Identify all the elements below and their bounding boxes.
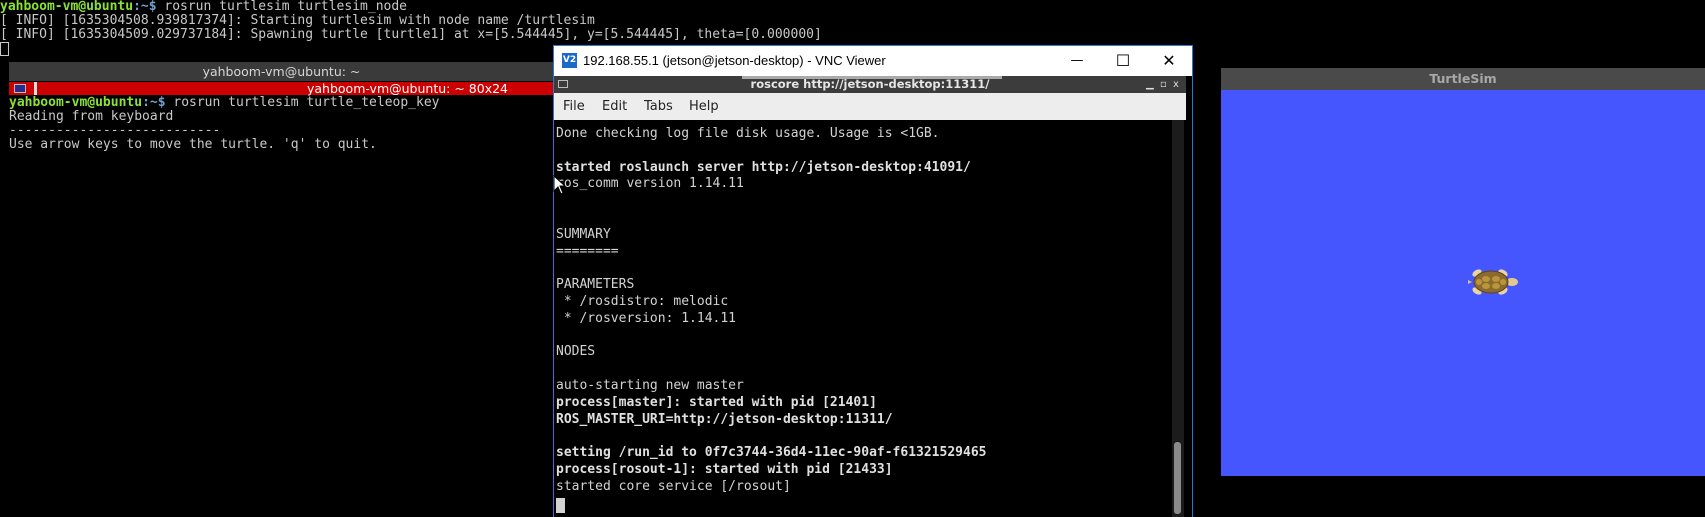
minimize-button[interactable]: — <box>1054 46 1100 76</box>
mouse-pointer-icon <box>553 175 565 195</box>
maximize-button[interactable]: ☐ <box>1100 46 1146 76</box>
terminal-line: Use arrow keys to move the turtle. 'q' t… <box>9 137 377 152</box>
output-line: auto-starting new master <box>556 377 744 393</box>
terminal-line: Reading from keyboard <box>9 109 174 124</box>
terminal-icon <box>14 84 26 93</box>
terminal-output[interactable]: Done checking log file disk usage. Usage… <box>556 126 986 496</box>
output-line: process[rosout-1]: started with pid [214… <box>556 461 893 477</box>
output-line: NODES <box>556 344 596 360</box>
output-line: Done checking log file disk usage. Usage… <box>556 126 940 141</box>
terminal-line: [ INFO] [1635304508.939817374]: Starting… <box>0 13 595 28</box>
close-button[interactable]: ✕ <box>1146 46 1192 76</box>
turtlesim-canvas <box>1221 90 1705 476</box>
remote-desktop[interactable]: roscore http://jetson-desktop:11311/ ▁ ▫… <box>554 76 1192 517</box>
scrollbar[interactable] <box>1172 120 1184 517</box>
terminal-tab[interactable]: yahboom-vm@ubuntu: ~ 80x24 <box>9 82 554 95</box>
output-line: * /rosversion: 1.14.11 <box>556 310 737 326</box>
output-line: started roslaunch server http://jetson-d… <box>556 159 971 175</box>
terminal-line: --------------------------- <box>9 123 221 138</box>
turtlesim-title: TurtleSim <box>1221 68 1705 90</box>
window-title: yahboom-vm@ubuntu: ~ <box>9 62 554 81</box>
output-line: ros_comm version 1.14.11 <box>556 176 744 192</box>
turtle-canvas-svg <box>1468 269 1518 295</box>
vnc-titlebar[interactable]: V2 192.168.55.1 (jetson@jetson-desktop) … <box>554 46 1192 76</box>
menu-bar: File Edit Tabs Help <box>554 93 1186 120</box>
turtle-icon <box>1468 269 1518 295</box>
output-line: setting /run_id to 0f7c3744-36d4-11ec-90… <box>556 445 987 461</box>
vnc-logo-icon: V2 <box>562 53 577 68</box>
terminal-cursor <box>556 498 565 513</box>
scrollbar-thumb[interactable] <box>1174 442 1181 514</box>
tab-label: yahboom-vm@ubuntu: ~ 80x24 <box>307 81 509 96</box>
terminal-line: [ INFO] [1635304509.029737184]: Spawning… <box>0 27 822 42</box>
close-icon[interactable]: x <box>1173 76 1179 93</box>
terminal-cursor <box>0 42 9 56</box>
tab-separator <box>34 82 37 95</box>
roscore-terminal-window[interactable]: roscore http://jetson-desktop:11311/ ▁ ▫… <box>554 76 1186 517</box>
menu-edit[interactable]: Edit <box>602 93 627 120</box>
terminal-line: yahboom-vm@ubuntu:~$ rosrun turtlesim tu… <box>9 95 440 110</box>
output-line: ROS_MASTER_URI=http://jetson-desktop:113… <box>556 411 893 427</box>
minimize-icon[interactable]: ▁ <box>1146 76 1154 93</box>
output-line: ======== <box>556 243 619 259</box>
menu-tabs[interactable]: Tabs <box>644 93 673 120</box>
terminal-line: yahboom-vm@ubuntu:~$ rosrun turtlesim tu… <box>0 0 408 14</box>
output-line: SUMMARY <box>556 226 611 242</box>
output-line: started core service [/rosout] <box>556 478 791 494</box>
roscore-title: roscore http://jetson-desktop:11311/ <box>750 77 990 91</box>
maximize-icon[interactable]: ▫ <box>1160 76 1167 93</box>
output-line: * /rosdistro: melodic <box>556 293 729 309</box>
output-line: process[master]: started with pid [21401… <box>556 394 877 410</box>
turtlesim-window[interactable]: TurtleSim <box>1221 68 1705 476</box>
window-title: 192.168.55.1 (jetson@jetson-desktop) - V… <box>583 53 886 68</box>
teleop-terminal-window[interactable]: yahboom-vm@ubuntu: ~ yahboom-vm@ubuntu: … <box>9 62 554 517</box>
output-line: PARAMETERS <box>556 277 635 293</box>
vnc-viewer-window[interactable]: V2 192.168.55.1 (jetson@jetson-desktop) … <box>553 45 1193 517</box>
menu-help[interactable]: Help <box>689 93 719 120</box>
roscore-titlebar[interactable]: roscore http://jetson-desktop:11311/ ▁ ▫… <box>554 76 1186 93</box>
menu-file[interactable]: File <box>563 93 585 120</box>
